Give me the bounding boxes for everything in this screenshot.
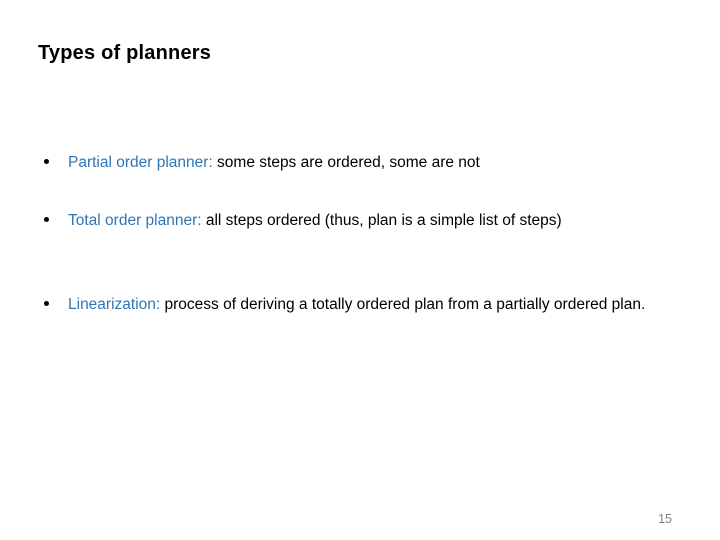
- list-item: Linearization: process of deriving a tot…: [38, 292, 678, 318]
- bullet-term: Partial order planner:: [68, 154, 213, 171]
- page-title: Types of planners: [38, 42, 212, 64]
- list-item: Total order planner: all steps ordered (…: [38, 208, 678, 234]
- slide-canvas: Types of planners Partial order planner:…: [0, 0, 720, 540]
- page-number: 15: [658, 512, 672, 526]
- bullet-list: Partial order planner: some steps are or…: [38, 150, 678, 318]
- bullet-term: Linearization:: [68, 296, 161, 313]
- bullet-term: Total order planner:: [68, 212, 202, 229]
- bullet-description: process of deriving a totally ordered pl…: [160, 296, 646, 313]
- bullet-dot-icon: [44, 301, 49, 306]
- bullet-dot-icon: [44, 217, 49, 222]
- bullet-dot-icon: [44, 159, 49, 164]
- bullet-description: all steps ordered (thus, plan is a simpl…: [201, 212, 562, 229]
- list-item: Partial order planner: some steps are or…: [38, 150, 678, 176]
- bullet-description: some steps are ordered, some are not: [212, 154, 480, 171]
